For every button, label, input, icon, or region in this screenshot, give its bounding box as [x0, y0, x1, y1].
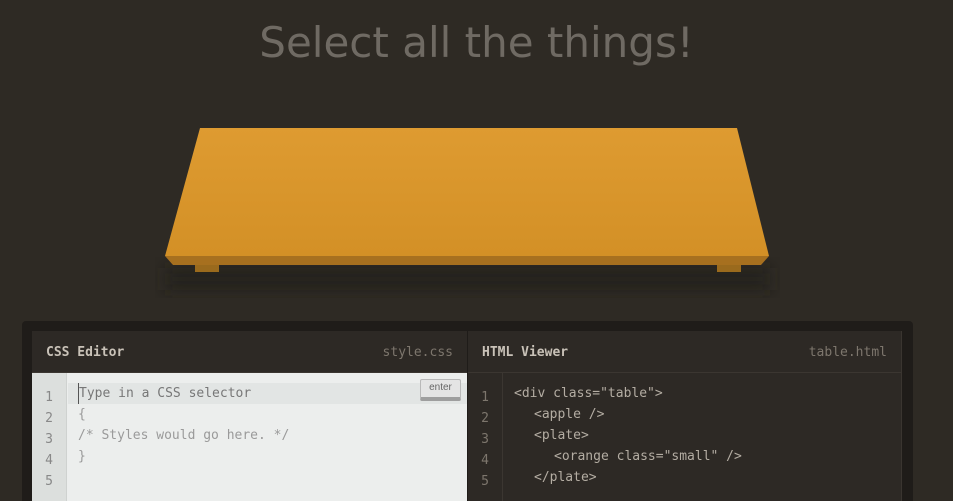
css-code-area: 1 2 3 4 5 { /* Styles would go here. */ …: [32, 373, 467, 501]
css-editor-header: CSS Editor style.css: [32, 331, 467, 373]
code-line: }: [78, 449, 86, 464]
table-leg-left: [195, 265, 219, 272]
html-code-lines: <div class="table"> <apple /> <plate> <o…: [514, 373, 901, 488]
line-number: 1: [45, 390, 53, 405]
css-editor-filename: style.css: [382, 345, 453, 360]
code-line: /* Styles would go here. */: [78, 428, 290, 443]
table-top: [165, 128, 769, 256]
css-selector-input[interactable]: [78, 383, 409, 404]
html-viewer-title: HTML Viewer: [482, 345, 569, 360]
html-line-numbers: 1 2 3 4 5: [468, 373, 503, 501]
code-line: {: [78, 407, 86, 422]
html-markup-line[interactable]: <plate>: [514, 425, 901, 446]
line-number: 3: [45, 432, 53, 447]
html-markup-line[interactable]: <orange class="small" />: [514, 446, 901, 467]
css-line-numbers: 1 2 3 4 5: [32, 373, 67, 501]
html-viewer-header: HTML Viewer table.html: [468, 331, 901, 373]
table-illustration: [155, 128, 780, 298]
table-shadow: [165, 268, 770, 290]
html-markup-line[interactable]: <apple />: [514, 404, 901, 425]
html-code-area: 1 2 3 4 5 <div class="table"> <apple /> …: [468, 373, 901, 501]
enter-button[interactable]: enter: [420, 379, 461, 401]
page-title: Select all the things!: [259, 18, 694, 67]
css-input-row: [68, 383, 467, 404]
line-number: 3: [481, 432, 489, 447]
css-editor-title: CSS Editor: [46, 345, 125, 360]
line-number: 4: [45, 453, 53, 468]
line-number: 2: [45, 411, 53, 426]
css-code-lines: { /* Styles would go here. */ }: [68, 373, 467, 467]
css-editor-pane: CSS Editor style.css 1 2 3 4 5 { /* Styl…: [32, 331, 467, 501]
editor-panel: CSS Editor style.css 1 2 3 4 5 { /* Styl…: [22, 321, 913, 501]
table-leg-right: [717, 265, 741, 272]
line-number: 2: [481, 411, 489, 426]
html-markup-line[interactable]: </plate>: [514, 467, 901, 488]
html-viewer-filename: table.html: [808, 345, 887, 360]
html-markup-line[interactable]: <div class="table">: [514, 383, 901, 404]
line-number: 5: [45, 474, 53, 489]
line-number: 4: [481, 453, 489, 468]
table-front-edge: [165, 256, 769, 265]
table-svg: [165, 128, 770, 290]
line-number: 5: [481, 474, 489, 489]
line-number: 1: [481, 390, 489, 405]
html-viewer-pane: HTML Viewer table.html 1 2 3 4 5 <div cl…: [468, 331, 902, 501]
